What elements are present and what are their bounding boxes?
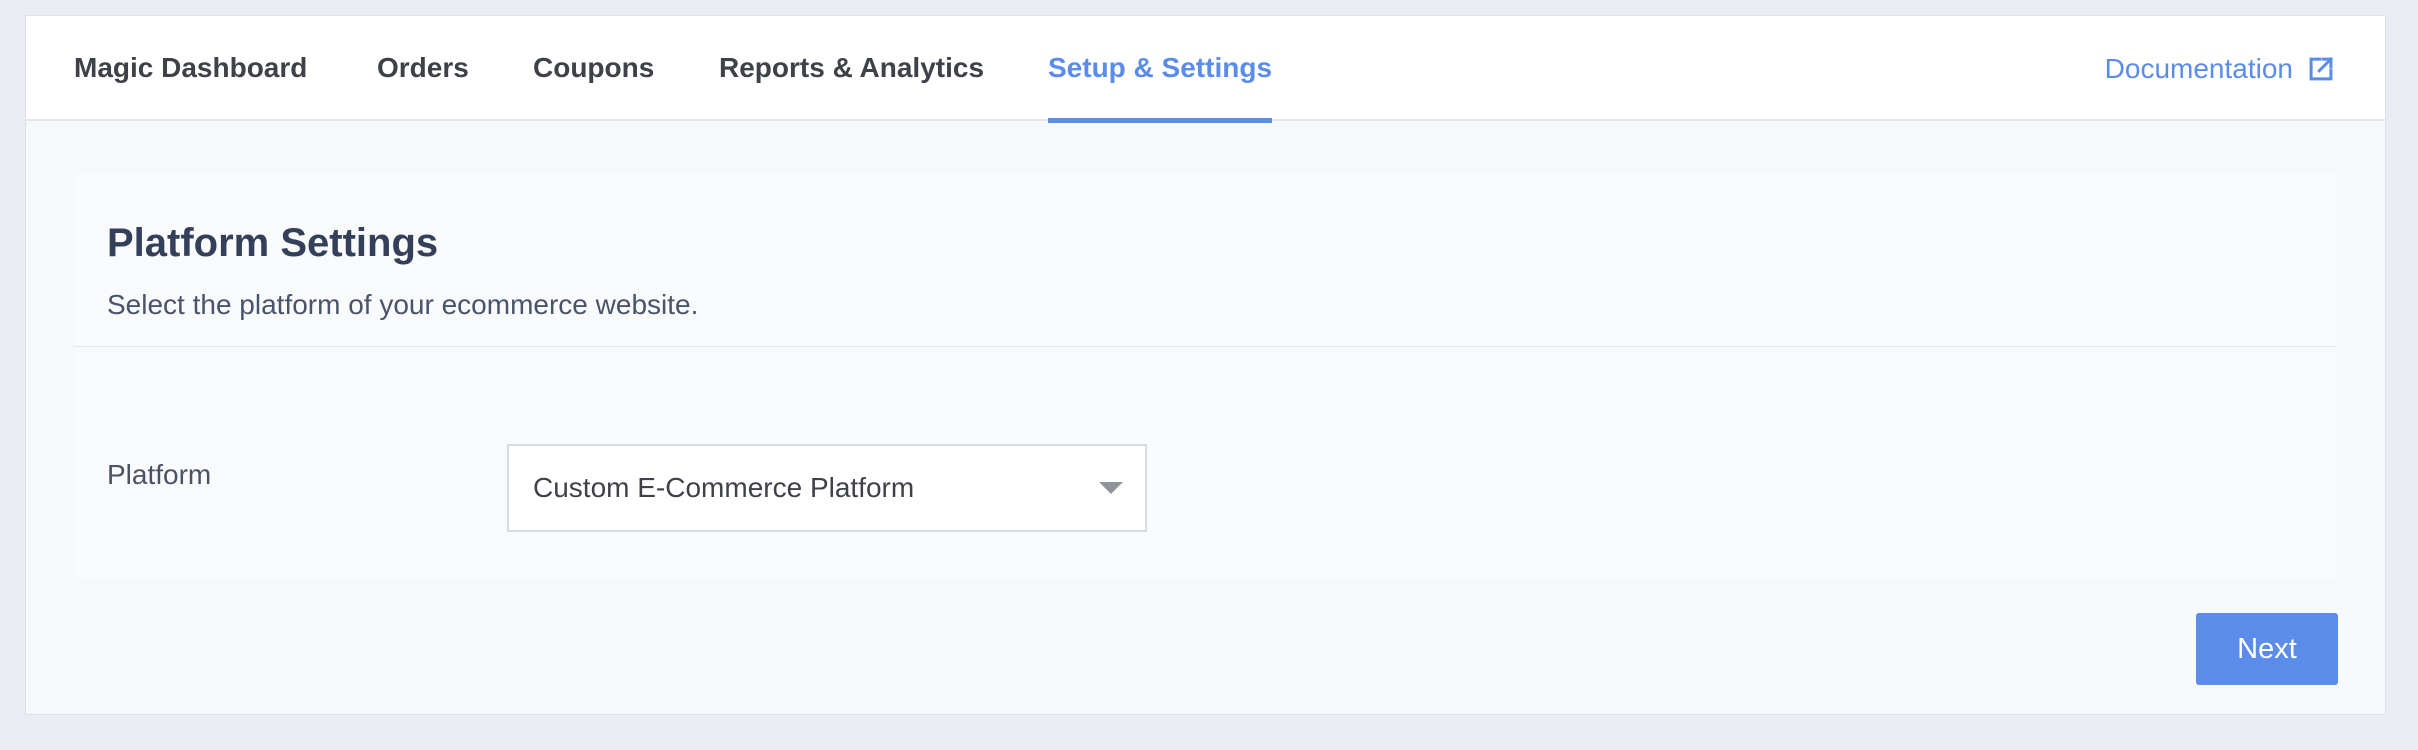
settings-panel: Magic Dashboard Orders Coupons Reports &…	[25, 15, 2386, 715]
platform-label: Platform	[107, 459, 212, 490]
external-link-icon	[2307, 55, 2335, 83]
platform-settings-card: Platform Settings Select the platform of…	[74, 171, 2337, 581]
tab-setup-settings[interactable]: Setup & Settings	[1048, 16, 1273, 123]
tab-reports-analytics[interactable]: Reports & Analytics	[719, 16, 984, 121]
platform-select-value: Custom E-Commerce Platform	[533, 472, 915, 503]
documentation-link[interactable]: Documentation	[2105, 16, 2335, 121]
next-button[interactable]: Next	[2196, 613, 2338, 685]
top-navigation: Magic Dashboard Orders Coupons Reports &…	[26, 16, 2385, 123]
tab-magic-dashboard[interactable]: Magic Dashboard	[74, 16, 307, 121]
page-subtitle: Select the platform of your ecommerce we…	[107, 289, 699, 320]
caret-down-icon	[1099, 482, 1123, 494]
tab-coupons[interactable]: Coupons	[533, 16, 654, 121]
platform-select[interactable]: Custom E-Commerce Platform	[507, 444, 1147, 532]
page-title: Platform Settings	[107, 221, 439, 265]
card-header: Platform Settings Select the platform of…	[74, 171, 2337, 347]
documentation-label: Documentation	[2104, 52, 2293, 84]
tab-orders[interactable]: Orders	[377, 16, 469, 121]
